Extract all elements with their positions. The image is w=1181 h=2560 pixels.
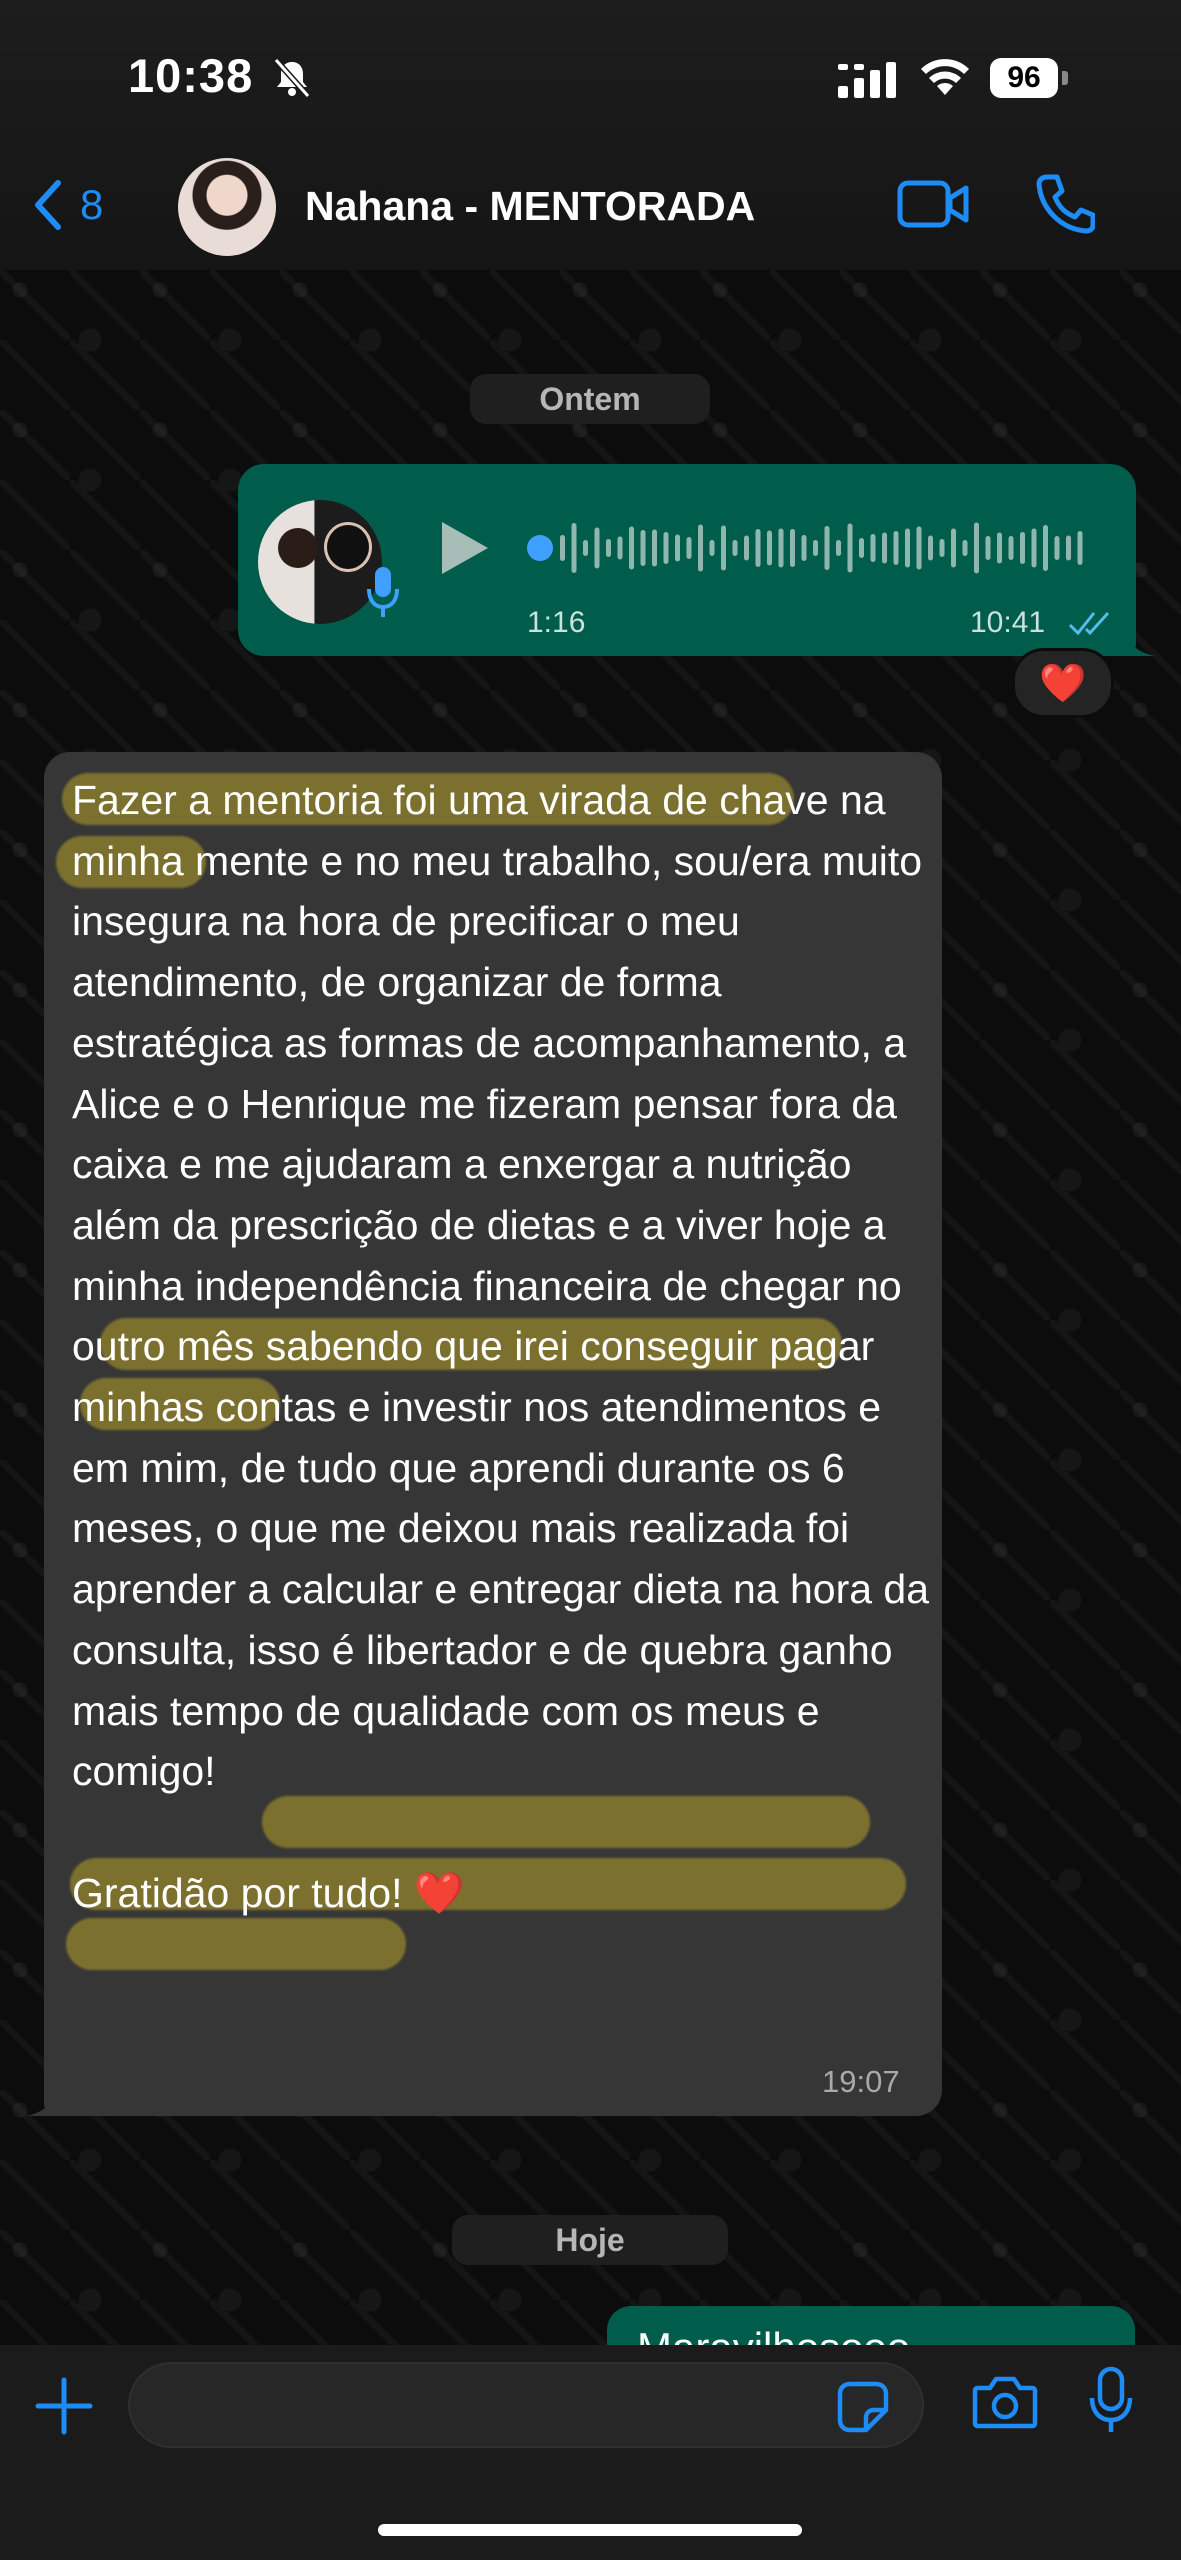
waveform-bar xyxy=(813,540,818,556)
bubble-tail xyxy=(1125,620,1155,656)
waveform-bar xyxy=(1054,536,1060,560)
waveform-bar xyxy=(939,539,945,557)
waveform-bar xyxy=(801,535,807,561)
waveform-bar xyxy=(744,535,749,561)
waveform-bar xyxy=(663,532,669,564)
heart-reaction[interactable]: ❤️ xyxy=(1012,648,1114,718)
waveform-bar xyxy=(1008,536,1014,560)
contact-name[interactable]: Nahana - MENTORADA xyxy=(305,183,755,230)
waveform-bar xyxy=(847,523,853,573)
message-text: Fazer a mentoria foi uma virada de chave… xyxy=(72,770,932,1923)
waveform-bar xyxy=(1077,531,1083,565)
waveform-bar xyxy=(755,529,761,567)
message-time: 19:07 xyxy=(822,2064,900,2099)
waveform-bar xyxy=(560,535,565,561)
waveform-bar xyxy=(951,528,956,568)
waveform-bar xyxy=(997,532,1002,564)
waveform-bar xyxy=(1066,535,1071,561)
waveform-bar xyxy=(709,540,715,556)
double-check-icon xyxy=(1068,611,1110,636)
waveform-bar xyxy=(824,526,830,570)
message-closing: Gratidão por tudo! xyxy=(72,1869,414,1916)
home-indicator xyxy=(378,2524,802,2536)
date-chip-yesterday: Ontem xyxy=(470,374,710,424)
waveform-bar xyxy=(870,534,876,562)
signal-icon xyxy=(838,62,896,98)
phone-icon[interactable] xyxy=(1035,173,1095,235)
bell-slash-icon xyxy=(273,58,311,98)
waveform-bar xyxy=(905,528,910,568)
message-body: Fazer a mentoria foi uma virada de chave… xyxy=(72,777,941,1795)
sticker-icon[interactable] xyxy=(836,2380,890,2434)
highlight-stroke xyxy=(66,1918,406,1970)
waveform-bar xyxy=(571,523,577,573)
contact-avatar[interactable] xyxy=(178,158,276,256)
waveform-bar xyxy=(928,535,933,561)
waveform-bar xyxy=(1031,528,1037,568)
heart-emoji: ❤️ xyxy=(413,1869,465,1916)
waveform-bar xyxy=(721,525,726,571)
battery-level: 96 xyxy=(990,58,1058,98)
waveform-bar xyxy=(1020,532,1025,564)
microphone-icon[interactable] xyxy=(1088,2366,1134,2436)
video-camera-icon[interactable] xyxy=(897,178,969,230)
waveform-bar xyxy=(583,540,588,556)
waveform-bar xyxy=(606,539,611,557)
waveform-bar xyxy=(882,532,887,564)
plus-icon[interactable] xyxy=(30,2372,98,2440)
microphone-icon xyxy=(367,567,399,617)
waveform-bar xyxy=(962,540,968,556)
unread-count: 8 xyxy=(80,181,104,228)
waveform-bar xyxy=(836,540,841,556)
back-button[interactable]: 8 xyxy=(30,175,103,235)
waveform-bar xyxy=(594,527,600,569)
waveform-bar xyxy=(985,536,991,560)
waveform-bar xyxy=(916,526,922,570)
voice-sender-avatar xyxy=(258,500,382,624)
message-input[interactable] xyxy=(128,2362,924,2448)
play-icon[interactable] xyxy=(438,520,490,576)
waveform-bar xyxy=(859,538,864,558)
voice-duration: 1:16 xyxy=(527,606,586,639)
waveform-bar xyxy=(617,536,623,560)
waveform-bar xyxy=(1043,525,1048,571)
waveform-bar xyxy=(778,528,784,568)
wifi-icon xyxy=(921,59,969,95)
waveform-bar xyxy=(686,537,692,559)
chevron-left-icon xyxy=(35,180,61,230)
status-time: 10:38 xyxy=(128,49,254,102)
waveform-bar xyxy=(675,534,680,562)
waveform-bar xyxy=(732,540,738,556)
date-chip-today: Hoje xyxy=(452,2215,728,2265)
waveform-bar xyxy=(974,522,979,574)
message-time: 10:41 xyxy=(970,606,1046,639)
waveform-bar xyxy=(640,530,646,566)
waveform-bar xyxy=(698,524,703,572)
camera-icon[interactable] xyxy=(972,2374,1038,2430)
waveform-bar xyxy=(767,530,772,566)
battery-indicator: 96 xyxy=(990,58,1070,100)
audio-waveform[interactable] xyxy=(522,508,1092,588)
waveform-bar xyxy=(629,526,634,570)
waveform-bar xyxy=(652,529,657,567)
bubble-tail xyxy=(28,2078,58,2116)
playhead-dot xyxy=(527,535,553,561)
waveform-bar xyxy=(893,531,899,565)
waveform-bar xyxy=(790,529,795,567)
